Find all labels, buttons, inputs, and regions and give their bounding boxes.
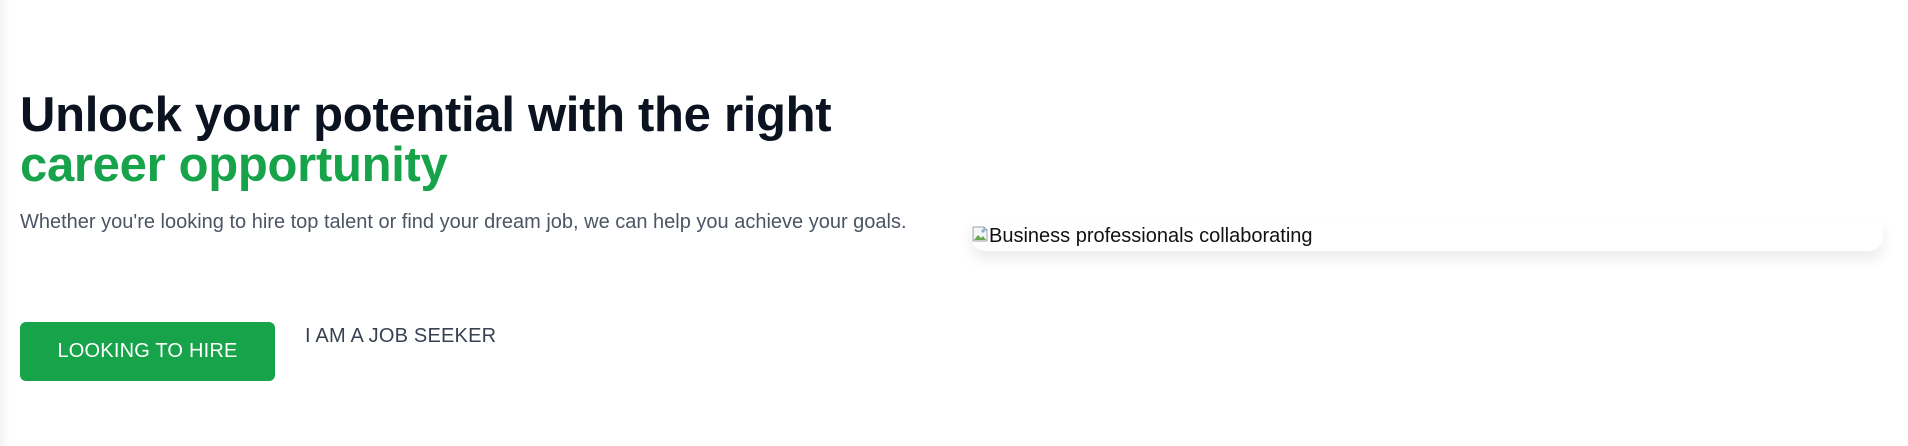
headline-accent-line: career opportunity: [20, 138, 448, 192]
hero-headline: Unlock your potential with the right car…: [20, 90, 930, 190]
left-edge-shade: [0, 0, 10, 446]
hero-section: Unlock your potential with the right car…: [0, 0, 1908, 446]
looking-to-hire-button[interactable]: LOOKING TO HIRE: [20, 322, 275, 381]
hero-image: Business professionals collaborating: [971, 221, 1883, 251]
headline-line-1: Unlock your potential with the right: [20, 88, 832, 142]
job-seeker-button[interactable]: I AM A JOB SEEKER: [305, 323, 496, 349]
hero-text-block: Unlock your potential with the right car…: [20, 90, 930, 237]
hero-subtitle: Whether you're looking to hire top talen…: [20, 211, 907, 233]
broken-image-icon: [971, 224, 991, 244]
image-alt-text: Business professionals collaborating: [989, 224, 1313, 247]
hero-actions: LOOKING TO HIRE I AM A JOB SEEKER: [20, 322, 496, 381]
